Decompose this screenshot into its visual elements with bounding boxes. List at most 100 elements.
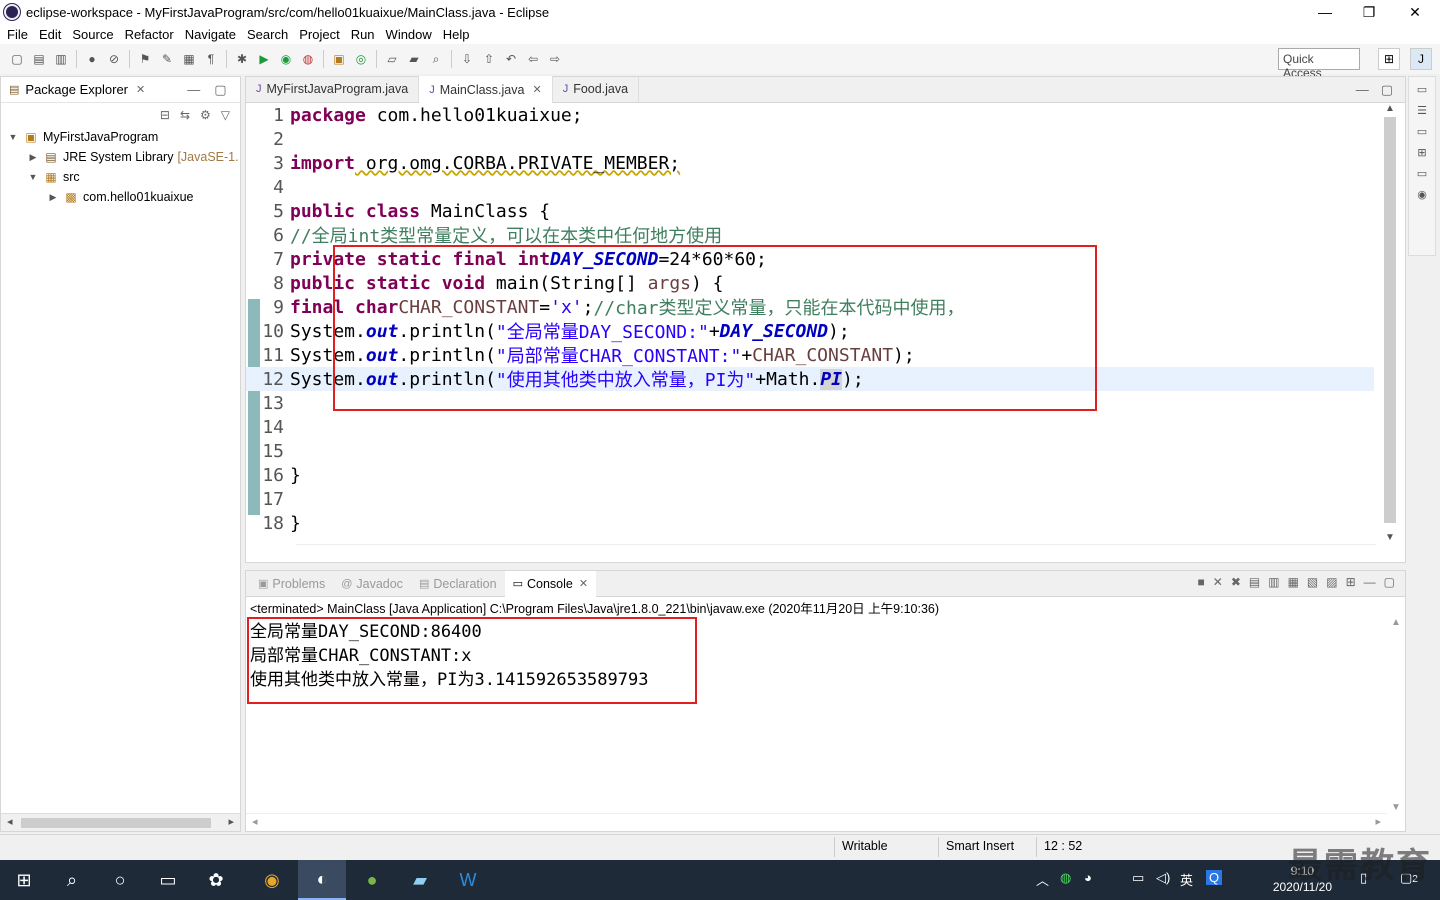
quick-access-field[interactable]: Quick Access: [1278, 48, 1360, 80]
mark-occurrences-icon[interactable]: ✎: [159, 51, 175, 67]
tray-chevron-icon[interactable]: ︿: [1036, 870, 1049, 889]
menu-refactor[interactable]: Refactor: [122, 27, 182, 42]
tree-item-jre[interactable]: ▶ ▤ JRE System Library [JavaSE-1.: [1, 147, 240, 167]
java-perspective-icon[interactable]: J: [1410, 48, 1432, 70]
tree-item-src[interactable]: ▼ ▦ src: [1, 167, 240, 187]
task-list-icon[interactable]: ☰: [1417, 104, 1427, 117]
new-icon[interactable]: ▢: [9, 51, 25, 67]
pin-console-icon[interactable]: ▧: [1307, 575, 1318, 589]
outline-icon[interactable]: ⊞: [1417, 146, 1426, 159]
chrome-icon[interactable]: ◉: [258, 866, 286, 894]
maximize-view-icon[interactable]: ▢: [1384, 575, 1395, 589]
tree-item-project[interactable]: ▼ ▣ MyFirstJavaProgram: [1, 127, 240, 147]
display-console-icon[interactable]: ▨: [1326, 575, 1337, 589]
menu-search[interactable]: Search: [244, 27, 296, 42]
tab-declaration[interactable]: ▤ Declaration: [411, 577, 505, 591]
windows-start-icon[interactable]: ⊞: [10, 866, 38, 894]
package-explorer-title[interactable]: Package Explorer: [25, 82, 128, 97]
back-icon[interactable]: ⇦: [525, 51, 541, 67]
menu-window[interactable]: Window: [383, 27, 440, 42]
close-view-icon[interactable]: ✕: [136, 83, 145, 96]
menu-navigate[interactable]: Navigate: [182, 27, 244, 42]
eclipse-taskbar-icon[interactable]: ◐: [298, 860, 346, 900]
open-perspective-icon[interactable]: ⊞: [1378, 48, 1400, 70]
vertical-scrollbar[interactable]: ▲ ▼: [1375, 103, 1405, 543]
block-selection-icon[interactable]: ▦: [181, 51, 197, 67]
horizontal-scrollbar[interactable]: ◂ ▸: [246, 813, 1387, 831]
skip-breakpoints-icon[interactable]: ⊘: [106, 51, 122, 67]
tab-javadoc[interactable]: @ Javadoc: [333, 577, 411, 591]
tab-console[interactable]: ▭ Console ✕: [504, 570, 597, 597]
show-whitespace-icon[interactable]: ¶: [203, 51, 219, 67]
terminate-icon[interactable]: ■: [1198, 575, 1205, 589]
scroll-right-icon[interactable]: ▸: [1375, 815, 1381, 828]
ime-indicator[interactable]: 英: [1180, 870, 1193, 889]
new-package-icon[interactable]: ▣: [331, 51, 347, 67]
tab-food[interactable]: J Food.java: [553, 76, 640, 102]
new-class-icon[interactable]: ◎: [353, 51, 369, 67]
menu-run[interactable]: Run: [348, 27, 383, 42]
maximize-button[interactable]: ❐: [1346, 0, 1392, 24]
minimize-view-icon[interactable]: —: [1364, 575, 1376, 589]
forward-icon[interactable]: ⇨: [547, 51, 563, 67]
scroll-right-icon[interactable]: ▸: [228, 815, 234, 828]
horizontal-scrollbar[interactable]: [296, 544, 1376, 562]
view-menu-icon[interactable]: ▽: [221, 108, 230, 122]
menu-edit[interactable]: Edit: [36, 27, 69, 42]
open-folder-icon[interactable]: ▱: [384, 51, 400, 67]
notepad-icon[interactable]: ▰: [406, 866, 434, 894]
scroll-down-icon[interactable]: ▼: [1385, 532, 1395, 543]
focus-icon[interactable]: ⚙: [200, 108, 211, 122]
profile-icon[interactable]: ●: [84, 51, 100, 67]
close-tab-icon[interactable]: ✕: [579, 577, 588, 590]
restore-icon[interactable]: ▭: [1417, 125, 1427, 138]
scroll-left-icon[interactable]: ◂: [7, 815, 13, 828]
close-button[interactable]: ✕: [1392, 0, 1438, 24]
open-console-icon[interactable]: ⊞: [1346, 575, 1356, 589]
scroll-lock-icon[interactable]: ▤: [1249, 575, 1260, 589]
minimize-view-icon[interactable]: —: [187, 82, 200, 97]
wechat-icon[interactable]: ◍: [1060, 870, 1071, 886]
word-wrap-icon[interactable]: ▥: [1268, 575, 1279, 589]
maximize-view-icon[interactable]: ▢: [214, 82, 226, 98]
chevron-down-icon[interactable]: ▼: [7, 132, 19, 142]
word-app-icon[interactable]: W: [454, 866, 482, 894]
debug-icon[interactable]: ✱: [234, 51, 250, 67]
remove-launch-icon[interactable]: ✕: [1213, 575, 1223, 589]
scroll-up-icon[interactable]: ▲: [1385, 103, 1395, 114]
tab-mainclass[interactable]: J MainClass.java ✕: [419, 76, 553, 103]
tree-item-package[interactable]: ▶ ▩ com.hello01kuaixue: [1, 187, 240, 207]
prev-annotation-icon[interactable]: ⇧: [481, 51, 497, 67]
horizontal-scrollbar[interactable]: ◂ ▸: [1, 813, 240, 831]
link-editor-icon[interactable]: ⇆: [180, 108, 190, 122]
scroll-up-icon[interactable]: ▲: [1391, 617, 1401, 628]
search-icon[interactable]: ⌕: [58, 866, 86, 894]
chevron-right-icon[interactable]: ▶: [27, 152, 39, 163]
collapse-all-icon[interactable]: ⊟: [160, 108, 170, 122]
chevron-right-icon[interactable]: ▶: [47, 192, 59, 203]
remove-all-icon[interactable]: ✖: [1231, 575, 1241, 589]
tab-myfirstjavaprogram[interactable]: J MyFirstJavaProgram.java: [246, 76, 420, 102]
restore-icon[interactable]: ▭: [1417, 167, 1427, 180]
open-task-icon[interactable]: ▰: [406, 51, 422, 67]
save-icon[interactable]: ▤: [31, 51, 47, 67]
cortana-icon[interactable]: ○: [106, 866, 134, 894]
network-icon[interactable]: ▭: [1132, 870, 1144, 886]
maximize-editor-icon[interactable]: ▢: [1381, 82, 1393, 98]
scroll-thumb[interactable]: [1384, 117, 1396, 523]
minimize-button[interactable]: —: [1302, 0, 1348, 24]
restore-icon[interactable]: ▭: [1417, 83, 1427, 96]
menu-file[interactable]: File: [4, 27, 36, 42]
scroll-thumb[interactable]: [21, 818, 211, 828]
chevron-down-icon[interactable]: ▼: [27, 172, 39, 182]
qq-browser-icon[interactable]: Q: [1206, 870, 1223, 885]
tab-problems[interactable]: ▣ Problems: [250, 577, 333, 591]
vertical-scrollbar[interactable]: ▲ ▼: [1387, 617, 1405, 813]
search-icon[interactable]: ⌕: [428, 51, 444, 67]
show-on-output-icon[interactable]: ▦: [1288, 575, 1299, 589]
scroll-down-icon[interactable]: ▼: [1391, 802, 1401, 813]
run-icon[interactable]: ▶: [256, 51, 272, 67]
save-all-icon[interactable]: ▥: [53, 51, 69, 67]
coverage-icon[interactable]: ◉: [278, 51, 294, 67]
menu-help[interactable]: Help: [440, 27, 478, 42]
